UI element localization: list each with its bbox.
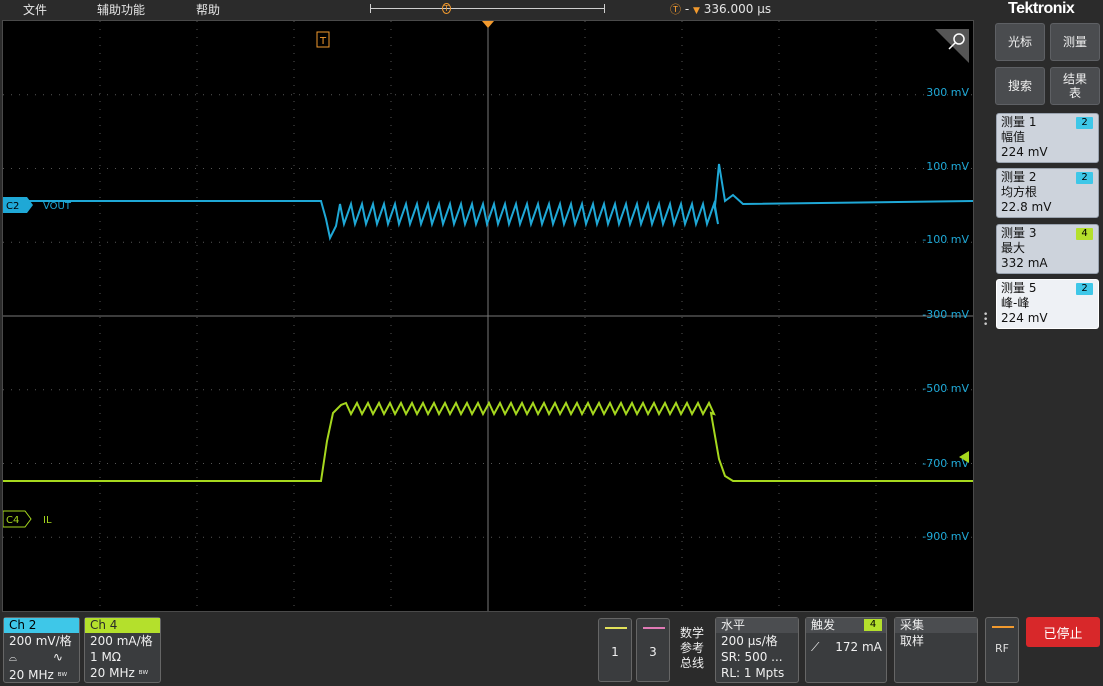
timeline-trigger-icon[interactable]: T (442, 3, 451, 14)
channel-4-title: Ch 4 (85, 618, 160, 633)
trigger-delay-readout[interactable]: Ⓣ - ▼ 336.000 µs (670, 1, 771, 17)
channel-1-label: 1 (611, 645, 619, 659)
channel-2-bandwidth: 20 MHz (9, 668, 54, 682)
waveform-display[interactable]: 300 mV 100 mV -100 mV -300 mV -500 mV -700 mV… (2, 20, 974, 612)
trigger-delay-value: 336.000 µs (703, 2, 772, 16)
ch4-name-label: IL (43, 515, 52, 526)
timeline-end-cap (604, 4, 605, 13)
results-table-button[interactable]: 结果表 (1050, 67, 1100, 105)
acquisition-title: 采集 (895, 618, 977, 633)
scale-label: -300 mV (922, 308, 969, 321)
channel-1-button[interactable]: 1 (598, 618, 632, 682)
measurement-name: 峰-峰 (1001, 296, 1030, 310)
channel-2-badge[interactable]: Ch 2 200 mV/格 ⌓ ∿ 20 MHz ᴮᵂ (3, 617, 80, 683)
horizontal-title: 水平 (716, 618, 798, 633)
panel-drag-handle[interactable]: • • • (983, 311, 988, 330)
acquisition-badge[interactable]: 采集 取样 (894, 617, 978, 683)
scale-label: 100 mV (926, 160, 969, 173)
measurement-value: 332 mA (1001, 256, 1048, 270)
horizontal-record-length: RL: 1 Mpts (721, 666, 785, 680)
measurement-name: 幅值 (1001, 130, 1026, 144)
ch4-marker-label: C4 (6, 515, 19, 526)
trigger-position-icon (482, 21, 494, 28)
channel-3-label: 3 (649, 645, 657, 659)
measurement-badge-5[interactable]: 测量 5 峰-峰 224 mV 2 (996, 279, 1099, 329)
channel-4-impedance: 1 MΩ (90, 650, 121, 664)
cursor-button[interactable]: 光标 (995, 23, 1045, 61)
channel-2-coupling: ⌓ ∿ (4, 649, 79, 667)
trigger-marker-label: T (319, 36, 327, 47)
measurement-channel-badge: 2 (1076, 172, 1093, 184)
measurement-badge-1[interactable]: 测量 1 幅值 224 mV 2 (996, 113, 1099, 163)
measurement-channel-badge: 2 (1076, 117, 1093, 129)
measurement-value: 224 mV (1001, 311, 1048, 325)
measurement-name: 均方根 (1001, 185, 1038, 199)
scale-label: -100 mV (922, 233, 969, 246)
ch2-name-label: VOUT (43, 201, 72, 212)
measurement-value: 22.8 mV (1001, 200, 1052, 214)
horizontal-scale: 200 µs/格 (721, 634, 778, 648)
trigger-level-row: ⟋ 172 mA (806, 639, 886, 655)
measure-button[interactable]: 测量 (1050, 23, 1100, 61)
horizontal-sample-rate: SR: 500 ... (721, 650, 783, 664)
horizontal-badge[interactable]: 水平 200 µs/格 SR: 500 ... RL: 1 Mpts (715, 617, 799, 683)
record-timeline[interactable]: T (370, 3, 605, 15)
oscilloscope-app: 文件 辅助功能 帮助 T Ⓣ - ▼ 336.000 µs 300 mV 100 … (0, 0, 1103, 686)
channel-1-color-line (605, 627, 627, 629)
channel-4-bandwidth-row: 20 MHz ᴮᵂ (85, 665, 160, 683)
trigger-title-text: 触发 (811, 618, 836, 632)
measurement-badge-2[interactable]: 测量 2 均方根 22.8 mV 2 (996, 168, 1099, 218)
menu-bar: 文件 辅助功能 帮助 T Ⓣ - ▼ 336.000 µs (0, 0, 990, 18)
channel-4-badge[interactable]: Ch 4 200 mA/格 1 MΩ 20 MHz ᴮᵂ (84, 617, 161, 683)
math-ref-bus-button[interactable]: 数学参考总线 (675, 618, 709, 682)
channel-4-bandwidth: 20 MHz (90, 666, 135, 680)
scale-label: -500 mV (922, 382, 969, 395)
scale-label: -900 mV (922, 530, 969, 543)
bandwidth-limit-icon: ᴮᵂ (138, 670, 149, 680)
measurement-value: 224 mV (1001, 145, 1048, 159)
probe-icon: ⌓ (9, 653, 17, 664)
trigger-badge[interactable]: 触发 4 ⟋ 172 mA (805, 617, 887, 683)
trigger-arrow-icon: ▼ (693, 6, 700, 16)
measurement-name: 最大 (1001, 241, 1026, 255)
ac-coupling-icon: ∿ (52, 650, 63, 664)
rf-color-line (992, 626, 1014, 628)
trigger-channel-badge: 4 (864, 619, 882, 631)
separator: - (684, 2, 690, 16)
menu-help[interactable]: 帮助 (196, 1, 220, 18)
channel-3-button[interactable]: 3 (636, 618, 670, 682)
channel-4-scale: 200 mA/格 (90, 634, 153, 648)
trigger-title: 触发 4 (806, 618, 886, 633)
timeline-bar (370, 8, 605, 9)
measurement-channel-badge: 4 (1076, 228, 1093, 240)
channel-3-color-line (643, 627, 665, 629)
channel-2-bandwidth-row: 20 MHz ᴮᵂ (4, 667, 79, 685)
waveform-graticule: 300 mV100 mV-100 mV-300 mV-500 mV-700 mV… (3, 21, 973, 611)
trigger-icon: Ⓣ (670, 3, 681, 16)
timeline-start-cap (370, 4, 371, 13)
rising-edge-icon: ⟋ (811, 640, 820, 654)
scale-label: 300 mV (926, 86, 969, 99)
menu-utility[interactable]: 辅助功能 (97, 1, 145, 18)
run-stop-button[interactable]: 已停止 (1026, 617, 1100, 647)
rf-button[interactable]: RF (985, 617, 1019, 683)
measurement-channel-badge: 2 (1076, 283, 1093, 295)
menu-file[interactable]: 文件 (23, 1, 47, 18)
channel-2-title: Ch 2 (4, 618, 79, 633)
rf-label: RF (995, 642, 1009, 655)
trigger-level: 172 mA (835, 640, 882, 654)
search-button[interactable]: 搜索 (995, 67, 1045, 105)
measurement-badge-3[interactable]: 测量 3 最大 332 mA 4 (996, 224, 1099, 274)
ch2-marker-label: C2 (6, 201, 19, 212)
acquisition-mode: 取样 (900, 634, 925, 648)
channel-2-scale: 200 mV/格 (9, 634, 72, 648)
brand-logo: Tektronix (1008, 0, 1075, 17)
bandwidth-limit-icon: ᴮᵂ (57, 672, 68, 682)
